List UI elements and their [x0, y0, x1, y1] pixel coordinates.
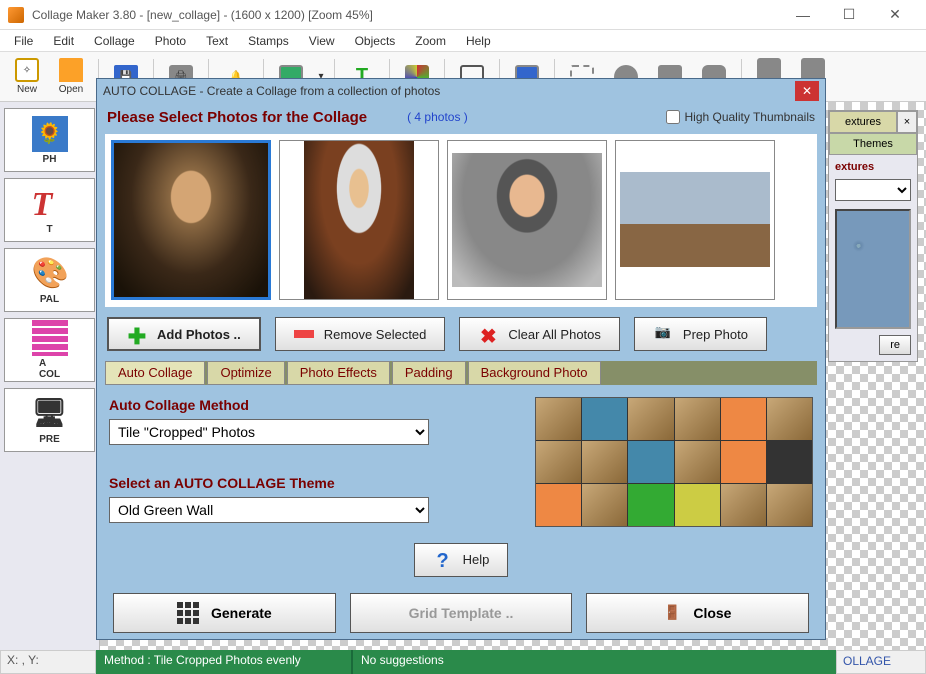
- prep-photo-button[interactable]: 📷Prep Photo: [634, 317, 767, 351]
- toolbar-open[interactable]: Open: [50, 54, 92, 100]
- menu-objects[interactable]: Objects: [345, 32, 406, 50]
- tab-content: Auto Collage Method Tile "Cropped" Photo…: [97, 385, 825, 539]
- status-suggestions: No suggestions: [351, 650, 836, 674]
- tab-optimize[interactable]: Optimize: [207, 361, 284, 385]
- high-quality-checkbox[interactable]: [666, 110, 680, 124]
- menu-text[interactable]: Text: [196, 32, 238, 50]
- sidebar-palette[interactable]: 🎨PAL: [4, 248, 95, 312]
- door-icon: 🚪: [664, 604, 681, 621]
- textures-heading: extures: [835, 161, 911, 173]
- grid-template-button[interactable]: Grid Template ..: [350, 593, 573, 633]
- sidebar-auto-collage[interactable]: A COL: [4, 318, 95, 382]
- sidebar-text[interactable]: TT: [4, 178, 95, 242]
- status-right: OLLAGE: [836, 650, 926, 674]
- theme-preview-grid: [535, 397, 813, 527]
- minus-icon: [294, 330, 314, 338]
- left-tool-panel: 🌻PH TT 🎨PAL A COL 🖥PRE: [0, 102, 100, 650]
- tab-padding[interactable]: Padding: [392, 361, 466, 385]
- grid-icon: [177, 602, 199, 624]
- status-coords: X: , Y:: [0, 650, 96, 674]
- tab-photo-effects[interactable]: Photo Effects: [287, 361, 390, 385]
- window-titlebar: Collage Maker 3.80 - [new_collage] - (16…: [0, 0, 926, 30]
- window-title: Collage Maker 3.80 - [new_collage] - (16…: [32, 8, 780, 22]
- method-label: Auto Collage Method: [109, 397, 519, 413]
- tab-themes[interactable]: Themes: [829, 133, 917, 155]
- camera-icon: 📷: [653, 324, 673, 344]
- close-dialog-button[interactable]: 🚪Close: [586, 593, 809, 633]
- dialog-title: AUTO COLLAGE - Create a Collage from a c…: [103, 84, 795, 98]
- menu-file[interactable]: File: [4, 32, 43, 50]
- photo-thumb-2[interactable]: [279, 140, 439, 300]
- generate-button[interactable]: Generate: [113, 593, 336, 633]
- high-quality-thumbnails[interactable]: High Quality Thumbnails: [666, 110, 815, 124]
- tab-auto-collage[interactable]: Auto Collage: [105, 361, 205, 385]
- status-method: Method : Tile Cropped Photos evenly: [96, 650, 351, 674]
- menu-collage[interactable]: Collage: [84, 32, 145, 50]
- photo-thumb-3[interactable]: [447, 140, 607, 300]
- menu-photo[interactable]: Photo: [145, 32, 196, 50]
- texture-preview: [835, 209, 911, 329]
- status-bar: X: , Y: Method : Tile Cropped Photos eve…: [0, 650, 926, 674]
- dialog-heading: Please Select Photos for the Collage: [107, 109, 367, 126]
- tab-textures[interactable]: extures: [829, 111, 897, 133]
- dialog-tabs: Auto Collage Optimize Photo Effects Padd…: [105, 361, 817, 385]
- textures-panel: extures × Themes extures re: [828, 110, 918, 362]
- textures-panel-close[interactable]: ×: [897, 111, 917, 133]
- remove-selected-button[interactable]: Remove Selected: [275, 317, 446, 351]
- menu-stamps[interactable]: Stamps: [238, 32, 299, 50]
- dialog-titlebar[interactable]: AUTO COLLAGE - Create a Collage from a c…: [97, 79, 825, 103]
- photo-thumb-1[interactable]: [111, 140, 271, 300]
- help-icon: ?: [433, 550, 453, 570]
- tab-background-photo[interactable]: Background Photo: [468, 361, 601, 385]
- menu-zoom[interactable]: Zoom: [405, 32, 456, 50]
- theme-label: Select an AUTO COLLAGE Theme: [109, 475, 519, 491]
- method-select[interactable]: Tile "Cropped" Photos: [109, 419, 429, 445]
- sidebar-photos[interactable]: 🌻PH: [4, 108, 95, 172]
- help-button[interactable]: ?Help: [414, 543, 509, 577]
- auto-collage-dialog: AUTO COLLAGE - Create a Collage from a c…: [96, 78, 826, 640]
- clear-all-button[interactable]: ✖Clear All Photos: [459, 317, 620, 351]
- plus-icon: ✚: [127, 324, 147, 344]
- sidebar-preview[interactable]: 🖥PRE: [4, 388, 95, 452]
- maximize-button[interactable]: ☐: [826, 0, 872, 30]
- photo-thumbnail-strip: [105, 134, 817, 308]
- menu-view[interactable]: View: [299, 32, 345, 50]
- menu-edit[interactable]: Edit: [43, 32, 84, 50]
- textures-apply-button[interactable]: re: [879, 335, 911, 355]
- menu-bar: File Edit Collage Photo Text Stamps View…: [0, 30, 926, 52]
- textures-select[interactable]: [835, 179, 911, 201]
- dialog-close-button[interactable]: ✕: [795, 81, 819, 101]
- photo-thumb-4[interactable]: [615, 140, 775, 300]
- add-photos-button[interactable]: ✚Add Photos ..: [107, 317, 261, 351]
- close-window-button[interactable]: ✕: [872, 0, 918, 30]
- theme-select[interactable]: Old Green Wall: [109, 497, 429, 523]
- toolbar-new[interactable]: ✧New: [6, 54, 48, 100]
- app-icon: [8, 7, 24, 23]
- x-icon: ✖: [478, 324, 498, 344]
- menu-help[interactable]: Help: [456, 32, 501, 50]
- photo-count: ( 4 photos ): [407, 110, 468, 124]
- minimize-button[interactable]: —: [780, 0, 826, 30]
